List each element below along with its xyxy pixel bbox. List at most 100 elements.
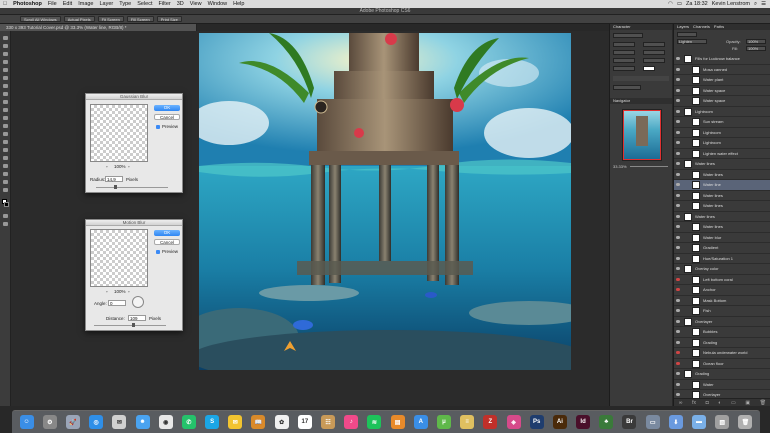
preview-icon[interactable]: ▤: [390, 415, 405, 429]
visibility-eye-icon[interactable]: [676, 393, 680, 396]
tab-channels[interactable]: Channels: [693, 24, 710, 30]
brush-tool-icon[interactable]: [2, 91, 9, 97]
visibility-eye-icon[interactable]: [676, 298, 680, 302]
screen-mode-icon[interactable]: [2, 221, 9, 227]
illustrator-icon[interactable]: Ai: [552, 415, 567, 429]
visibility-eye-icon[interactable]: [676, 382, 680, 386]
layer-row[interactable]: Water blur: [674, 233, 770, 243]
fill-screen-button[interactable]: Fill Screen: [126, 16, 154, 22]
fit-screen-button[interactable]: Fit Screen: [97, 16, 124, 22]
screenshot-icon[interactable]: ▧: [715, 415, 730, 429]
layer-row[interactable]: Water plant: [674, 75, 770, 86]
blur-preview-area[interactable]: [90, 104, 148, 162]
layer-row[interactable]: Overlayer: [674, 317, 770, 327]
layer-row[interactable]: Gradient: [674, 243, 770, 254]
app-store-icon[interactable]: A: [413, 415, 428, 429]
zoom-tool-icon[interactable]: [2, 187, 9, 193]
layer-row[interactable]: Mosa canned: [674, 65, 770, 75]
new-group-icon[interactable]: ▭: [731, 400, 736, 406]
layer-row[interactable]: Water lines: [674, 212, 770, 222]
safari-icon[interactable]: ◎: [89, 415, 104, 429]
font-size-field[interactable]: [613, 42, 635, 47]
layer-row[interactable]: Grading: [674, 369, 770, 380]
blend-mode-dropdown[interactable]: Lighten: [677, 39, 707, 44]
hand-tool-icon[interactable]: [2, 179, 9, 185]
visibility-eye-icon[interactable]: [676, 57, 680, 60]
layer-row[interactable]: Anchor: [674, 285, 770, 296]
new-layer-icon[interactable]: ▣: [745, 400, 750, 406]
menu-image[interactable]: Image: [75, 1, 96, 7]
distance-slider[interactable]: [94, 325, 166, 326]
cancel-button[interactable]: Cancel: [154, 114, 180, 120]
tracking-field[interactable]: [643, 50, 665, 55]
layer-row[interactable]: Water line: [674, 180, 770, 191]
eyedropper-tool-icon[interactable]: [2, 75, 9, 81]
layer-row[interactable]: Overlay color: [674, 264, 770, 275]
kerning-field[interactable]: [613, 50, 635, 55]
books-icon[interactable]: 📖: [251, 415, 266, 429]
menubar-user[interactable]: Kevin Lenstrom: [712, 1, 750, 8]
visibility-eye-icon[interactable]: [676, 277, 680, 281]
lasso-tool-icon[interactable]: [2, 51, 9, 57]
downloads-icon[interactable]: ⬇: [668, 415, 683, 429]
text-style-buttons[interactable]: [613, 76, 669, 81]
clone-stamp-tool-icon[interactable]: [2, 99, 9, 105]
menu-edit[interactable]: Edit: [60, 1, 75, 7]
quick-mask-icon[interactable]: [2, 213, 9, 219]
distance-slider-thumb[interactable]: [132, 323, 135, 327]
radius-input[interactable]: 14,9: [105, 176, 123, 182]
layer-row[interactable]: Water lines: [674, 201, 770, 212]
ok-button[interactable]: OK: [154, 105, 180, 111]
visibility-eye-icon[interactable]: [676, 183, 680, 186]
opacity-input[interactable]: 100%: [746, 39, 766, 44]
tab-layers[interactable]: Layers: [677, 24, 689, 30]
layer-row[interactable]: Water lines: [674, 191, 770, 201]
delete-layer-icon[interactable]: 🗑: [760, 400, 766, 406]
link-layers-icon[interactable]: ∞: [679, 400, 683, 406]
visibility-eye-icon[interactable]: [676, 151, 680, 155]
mail-stamp-icon[interactable]: ✉: [228, 415, 243, 429]
visibility-eye-icon[interactable]: [676, 214, 680, 218]
visibility-eye-icon[interactable]: [676, 120, 680, 123]
shape-tool-icon[interactable]: [2, 171, 9, 177]
menu-type[interactable]: Type: [116, 1, 134, 7]
type-tool-icon[interactable]: [2, 155, 9, 161]
radius-slider[interactable]: [96, 187, 168, 188]
visibility-eye-icon[interactable]: [676, 330, 680, 333]
scroll-all-windows-button[interactable]: Scroll All Windows: [20, 16, 61, 22]
zoom-in-button[interactable]: ▫: [128, 289, 130, 294]
radius-slider-thumb[interactable]: [114, 185, 117, 189]
zoom-out-button[interactable]: ▫: [106, 164, 108, 169]
tab-paths[interactable]: Paths: [714, 24, 724, 30]
dodge-tool-icon[interactable]: [2, 139, 9, 145]
menu-layer[interactable]: Layer: [97, 1, 117, 7]
preview-checkbox[interactable]: [156, 125, 160, 129]
menu-view[interactable]: View: [187, 1, 205, 7]
visibility-eye-icon[interactable]: [676, 372, 680, 375]
leading-field[interactable]: [643, 42, 665, 47]
calendar-icon[interactable]: 17: [297, 415, 312, 429]
photos-icon[interactable]: ✿: [274, 415, 289, 429]
baseline-shift-field[interactable]: [613, 66, 635, 71]
menu-select[interactable]: Select: [134, 1, 155, 7]
gradient-tool-icon[interactable]: [2, 123, 9, 129]
layer-row[interactable]: Water space: [674, 96, 770, 107]
menu-3d[interactable]: 3D: [174, 1, 187, 7]
visibility-eye-icon[interactable]: [676, 288, 680, 291]
eraser-tool-icon[interactable]: [2, 115, 9, 121]
visibility-eye-icon[interactable]: [676, 319, 680, 323]
spotify-icon[interactable]: ≋: [367, 415, 382, 429]
notes-icon[interactable]: ≡: [460, 415, 475, 429]
navigator-panel-tab[interactable]: Navigator: [610, 98, 672, 104]
spotlight-icon[interactable]: ⌕: [754, 1, 757, 8]
path-select-tool-icon[interactable]: [2, 163, 9, 169]
layer-row[interactable]: Mask Bottom: [674, 296, 770, 306]
visibility-eye-icon[interactable]: [676, 246, 680, 249]
finder-icon-2[interactable]: ☻: [135, 415, 150, 429]
menu-filter[interactable]: Filter: [156, 1, 174, 7]
layer-row[interactable]: Fish: [674, 306, 770, 317]
history-brush-tool-icon[interactable]: [2, 107, 9, 113]
layer-row[interactable]: Lightroom: [674, 128, 770, 138]
layer-row[interactable]: Grading: [674, 338, 770, 348]
visibility-eye-icon[interactable]: [676, 204, 680, 207]
